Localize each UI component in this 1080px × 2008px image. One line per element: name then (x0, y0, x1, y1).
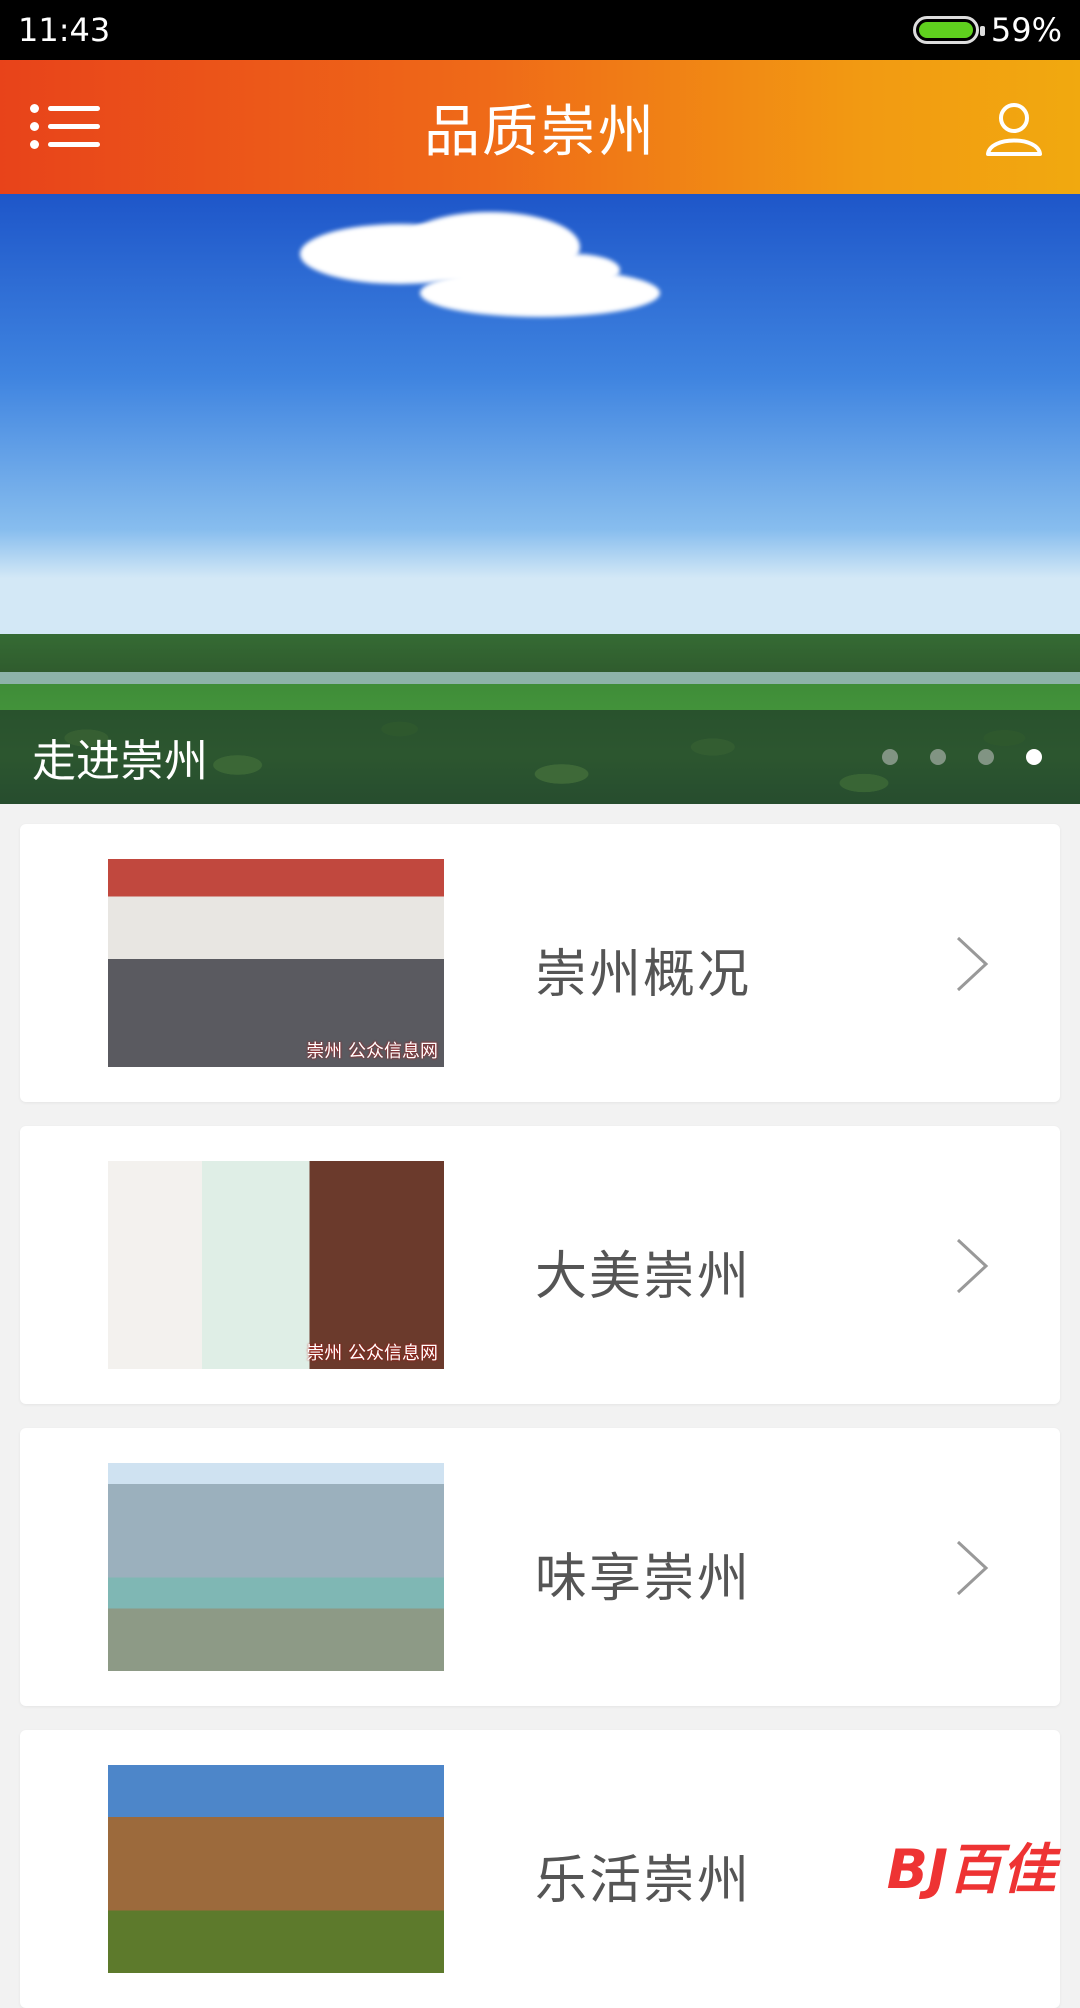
list-menu-icon[interactable] (30, 100, 100, 152)
chevron-right-icon (954, 1538, 990, 1598)
banner-hills (0, 634, 1080, 674)
watermark-logo: BJ百佳 (887, 1825, 1056, 1904)
battery-icon (913, 16, 979, 44)
list-item-label: 味享崇州 (535, 1536, 751, 1611)
status-bar: 11:43 59% (0, 0, 1080, 60)
status-right: 59% (913, 11, 1062, 49)
banner-caption-bar: 走进崇州 (0, 710, 1080, 804)
app-header: 品质崇州 (0, 60, 1080, 194)
banner-caption: 走进崇州 (32, 725, 208, 789)
page-title: 品质崇州 (424, 87, 656, 168)
thumbnail-caption: 崇州 公众信息网 (306, 1037, 438, 1063)
thumbnail-image (108, 1463, 444, 1671)
thumbnail-caption: 崇州 公众信息网 (306, 1339, 438, 1365)
chevron-right-icon (954, 934, 990, 994)
carousel-dot[interactable] (882, 749, 898, 765)
list-item-label: 崇州概况 (535, 932, 751, 1007)
battery-fill (919, 22, 973, 38)
battery-percent: 59% (991, 11, 1062, 49)
thumbnail-image (108, 1765, 444, 1973)
status-time: 11:43 (18, 11, 110, 49)
list-item[interactable]: 崇州 公众信息网 大美崇州 (20, 1126, 1060, 1404)
banner-carousel[interactable]: 走进崇州 (0, 194, 1080, 804)
carousel-dot-active[interactable] (1026, 749, 1042, 765)
carousel-indicators (882, 749, 1042, 765)
thumbnail-image: 崇州 公众信息网 (108, 1161, 444, 1369)
list-item-label: 乐活崇州 (535, 1838, 751, 1913)
carousel-dot[interactable] (930, 749, 946, 765)
list-item-label: 大美崇州 (535, 1234, 751, 1309)
carousel-dot[interactable] (978, 749, 994, 765)
chevron-right-icon (954, 1236, 990, 1296)
thumbnail-image: 崇州 公众信息网 (108, 859, 444, 1067)
list-item[interactable]: 崇州 公众信息网 崇州概况 (20, 824, 1060, 1102)
list-item[interactable]: 味享崇州 (20, 1428, 1060, 1706)
user-icon[interactable] (984, 98, 1044, 158)
